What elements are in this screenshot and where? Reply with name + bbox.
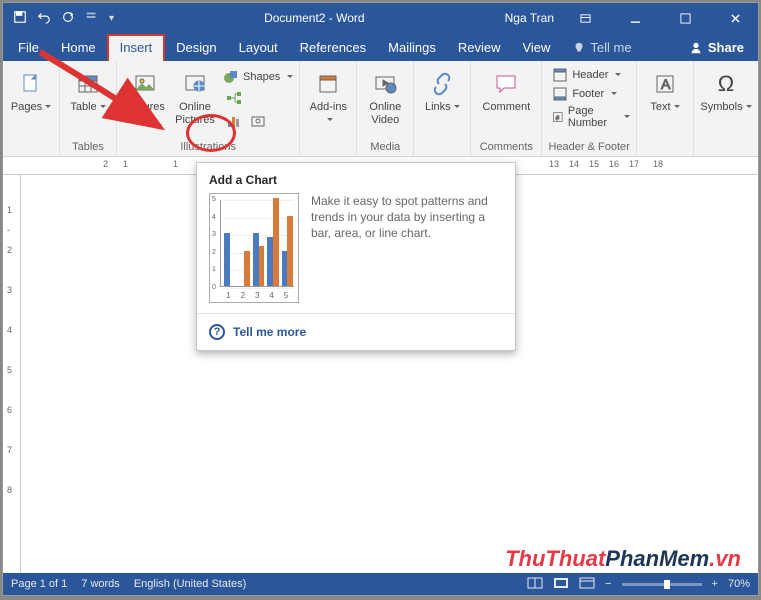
online-video-button[interactable]: Online Video: [363, 65, 407, 127]
shapes-button[interactable]: Shapes: [223, 69, 293, 85]
header-button[interactable]: Header: [552, 67, 630, 83]
qat-more-icon[interactable]: [85, 10, 99, 27]
title-bar: ▾ Document2 - Word Nga Tran: [3, 3, 758, 33]
links-icon: [430, 67, 454, 101]
maximize-icon[interactable]: [666, 4, 704, 32]
chart-tooltip: Add a Chart 01234512345 Make it easy to …: [196, 162, 516, 351]
tooltip-tell-me-more[interactable]: ? Tell me more: [197, 313, 515, 350]
view-print-icon[interactable]: [553, 577, 569, 592]
addins-icon: [316, 67, 340, 101]
vertical-ruler[interactable]: 1- 23 45 67 8: [3, 175, 21, 573]
redo-icon[interactable]: [61, 10, 75, 27]
tab-layout[interactable]: Layout: [228, 35, 289, 61]
symbols-icon: Ω: [718, 67, 734, 101]
help-icon: ?: [209, 324, 225, 340]
tooltip-chart-preview: 01234512345: [209, 193, 299, 303]
status-language[interactable]: English (United States): [134, 578, 247, 590]
tab-share[interactable]: Share: [678, 35, 758, 61]
tab-view[interactable]: View: [511, 35, 561, 61]
svg-text:#: #: [556, 115, 560, 122]
tab-references[interactable]: References: [289, 35, 377, 61]
document-title: Document2 - Word: [124, 11, 505, 25]
tooltip-description: Make it easy to spot patterns and trends…: [311, 193, 503, 303]
zoom-slider[interactable]: [622, 583, 702, 586]
zoom-in-icon[interactable]: +: [712, 578, 718, 590]
svg-text:A: A: [661, 76, 671, 92]
status-words[interactable]: 7 words: [81, 578, 120, 590]
save-icon[interactable]: [13, 10, 27, 27]
status-bar: Page 1 of 1 7 words English (United Stat…: [3, 573, 758, 595]
tooltip-title: Add a Chart: [197, 163, 515, 193]
zoom-out-icon[interactable]: −: [605, 578, 611, 590]
undo-icon[interactable]: [37, 10, 51, 27]
online-video-icon: [373, 67, 397, 101]
addins-button[interactable]: Add-ins: [306, 65, 350, 127]
zoom-level[interactable]: 70%: [728, 578, 750, 590]
footer-button[interactable]: Footer: [552, 86, 630, 102]
tab-mailings[interactable]: Mailings: [377, 35, 447, 61]
user-name[interactable]: Nga Tran: [505, 11, 554, 25]
qat-customize-icon[interactable]: ▾: [109, 13, 114, 24]
smartart-button[interactable]: [223, 88, 245, 108]
links-button[interactable]: Links: [420, 65, 464, 114]
view-read-icon[interactable]: [527, 577, 543, 592]
tab-tellme[interactable]: Tell me: [561, 35, 642, 61]
symbols-button[interactable]: Ω Symbols: [700, 65, 752, 114]
minimize-icon[interactable]: [616, 4, 654, 32]
screenshot-button[interactable]: [247, 111, 269, 131]
view-web-icon[interactable]: [579, 577, 595, 592]
watermark: ThuThuatPhanMem.vn: [505, 546, 741, 572]
annotation-arrow: [30, 42, 200, 152]
page-number-button[interactable]: #Page Number: [552, 105, 630, 129]
text-button[interactable]: A Text: [643, 65, 687, 114]
status-page[interactable]: Page 1 of 1: [11, 578, 67, 590]
comment-icon: [494, 67, 518, 101]
comment-button[interactable]: Comment: [477, 65, 535, 114]
text-icon: A: [653, 67, 677, 101]
tab-review[interactable]: Review: [447, 35, 512, 61]
close-icon[interactable]: [716, 4, 754, 32]
ribbon-display-icon[interactable]: [566, 4, 604, 32]
